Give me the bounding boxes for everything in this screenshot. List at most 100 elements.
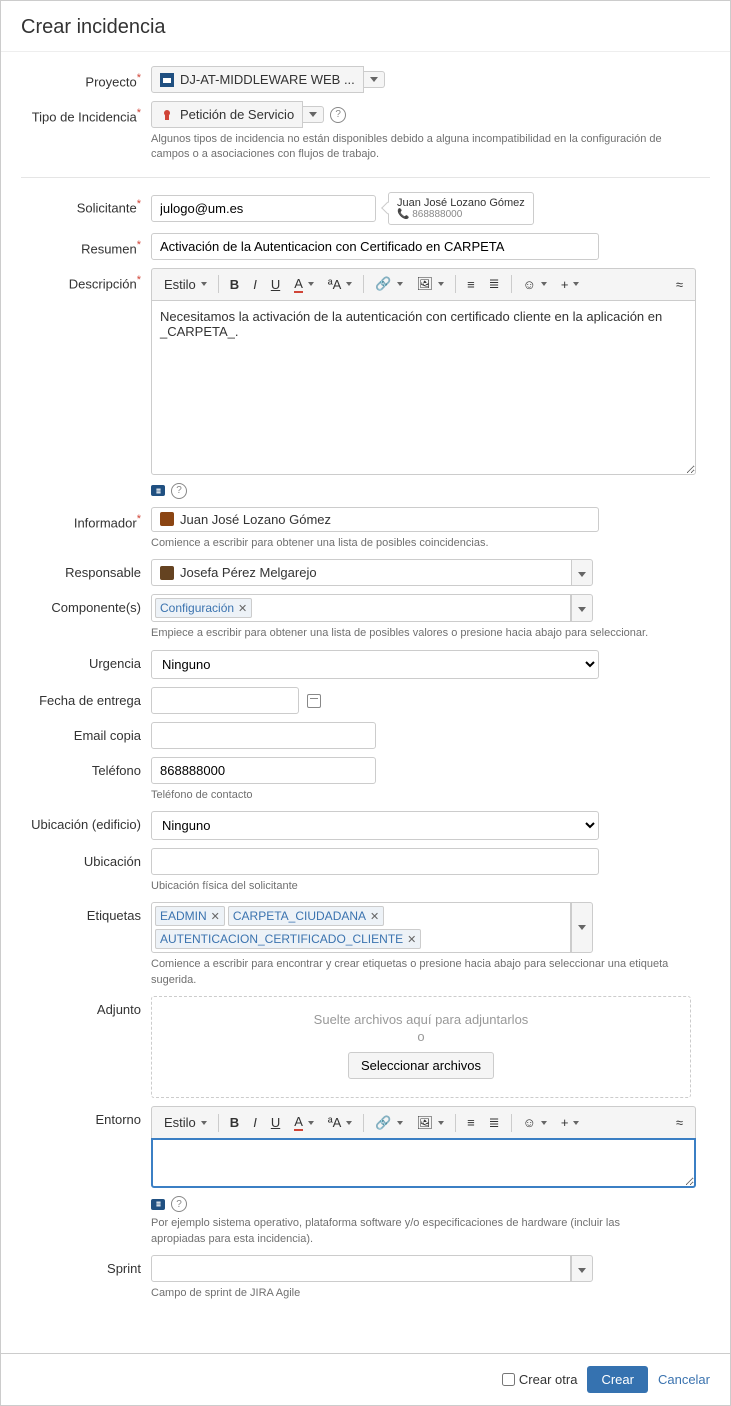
- tag-item[interactable]: EADMIN ✕: [155, 906, 225, 926]
- bulletlist-icon: ≡: [467, 1115, 475, 1130]
- remove-tag-icon[interactable]: ✕: [407, 933, 416, 946]
- description-textarea[interactable]: Necesitamos la activación de la autentic…: [151, 300, 696, 475]
- phone-label: Teléfono: [21, 757, 151, 778]
- toolbar-style-button[interactable]: Estilo: [158, 274, 213, 295]
- chevron-down-icon: [370, 77, 378, 82]
- requester-tooltip-phone: 📞 868888000: [397, 209, 525, 220]
- expand-icon: ≈: [676, 1115, 683, 1130]
- tags-select[interactable]: EADMIN ✕ CARPETA_CIUDADANA ✕ AUTENTICACI…: [151, 902, 571, 953]
- location-label: Ubicación: [21, 848, 151, 869]
- bulletlist-icon: ≡: [467, 277, 475, 292]
- create-issue-dialog: Crear incidencia Proyecto* DJ-AT-MIDDLEW…: [0, 0, 731, 1406]
- tag-item[interactable]: CARPETA_CIUDADANA ✕: [228, 906, 384, 926]
- toolbar-image-button[interactable]: 🖼: [411, 273, 451, 295]
- toolbar-bulletlist-button[interactable]: ≡: [461, 274, 481, 295]
- location-hint: Ubicación física del solicitante: [151, 879, 696, 894]
- emailcopy-input[interactable]: [151, 722, 376, 749]
- assignee-select[interactable]: Josefa Pérez Melgarejo: [151, 559, 571, 586]
- reporter-hint: Comience a escribir para obtener una lis…: [151, 536, 696, 551]
- create-another-label[interactable]: Crear otra: [502, 1372, 578, 1387]
- attachment-label: Adjunto: [21, 996, 151, 1017]
- toolbar-underline-button[interactable]: U: [265, 274, 286, 295]
- toolbar-emoji-button[interactable]: ☺: [517, 1112, 553, 1133]
- toolbar-expand-button[interactable]: ≈: [670, 1112, 689, 1133]
- toolbar-link-button[interactable]: 🔗: [369, 273, 408, 295]
- environment-textarea[interactable]: [151, 1138, 696, 1188]
- requester-tooltip-name: Juan José Lozano Gómez: [397, 197, 525, 209]
- project-select[interactable]: DJ-AT-MIDDLEWARE WEB ...: [151, 66, 364, 93]
- select-files-button[interactable]: Seleccionar archivos: [348, 1052, 494, 1079]
- toolbar-superscript-button[interactable]: ªA: [322, 1112, 358, 1133]
- environment-help-icon[interactable]: ?: [171, 1196, 187, 1212]
- toolbar-textcolor-button[interactable]: A: [288, 1111, 320, 1134]
- toolbar-more-button[interactable]: +: [555, 1112, 586, 1133]
- components-label: Componente(s): [21, 594, 151, 615]
- avatar-icon: [160, 566, 174, 580]
- issuetype-value: Petición de Servicio: [180, 107, 294, 122]
- assignee-label: Responsable: [21, 559, 151, 580]
- toolbar-italic-button[interactable]: I: [247, 274, 263, 295]
- toolbar-italic-button[interactable]: I: [247, 1112, 263, 1133]
- toolbar-numberlist-button[interactable]: ≣: [483, 273, 506, 295]
- toolbar-bold-button[interactable]: B: [224, 274, 245, 295]
- issuetype-help-icon[interactable]: ?: [330, 107, 346, 123]
- calendar-icon[interactable]: [307, 694, 321, 708]
- editor-mode-visual-icon[interactable]: [151, 485, 165, 496]
- attachment-dropzone[interactable]: Suelte archivos aquí para adjuntarlos o …: [151, 996, 691, 1098]
- dropzone-or: o: [172, 1029, 670, 1044]
- issuetype-select[interactable]: Petición de Servicio: [151, 101, 303, 128]
- issuetype-dropdown-button[interactable]: [303, 106, 324, 123]
- tags-dropdown-button[interactable]: [571, 902, 593, 953]
- components-hint: Empiece a escribir para obtener una list…: [151, 626, 676, 641]
- components-dropdown-button[interactable]: [571, 594, 593, 622]
- phone-hint: Teléfono de contacto: [151, 788, 696, 803]
- create-button[interactable]: Crear: [587, 1366, 648, 1393]
- toolbar-textcolor-button[interactable]: A: [288, 273, 320, 296]
- toolbar-numberlist-button[interactable]: ≣: [483, 1112, 506, 1134]
- reporter-label: Informador*: [21, 507, 151, 530]
- editor-mode-visual-icon[interactable]: [151, 1199, 165, 1210]
- component-tag[interactable]: Configuración ✕: [155, 598, 252, 618]
- urgency-select[interactable]: Ninguno: [151, 650, 599, 679]
- toolbar-style-button[interactable]: Estilo: [158, 1112, 213, 1133]
- toolbar-emoji-button[interactable]: ☺: [517, 274, 553, 295]
- image-icon: 🖼: [417, 276, 434, 292]
- project-dropdown-button[interactable]: [364, 71, 385, 88]
- toolbar-underline-button[interactable]: U: [265, 1112, 286, 1133]
- phone-input[interactable]: [151, 757, 376, 784]
- toolbar-superscript-button[interactable]: ªA: [322, 274, 358, 295]
- toolbar-expand-button[interactable]: ≈: [670, 274, 689, 295]
- sprint-select[interactable]: [151, 1255, 571, 1282]
- toolbar-more-button[interactable]: +: [555, 274, 586, 295]
- dialog-body[interactable]: Proyecto* DJ-AT-MIDDLEWARE WEB ... T: [1, 51, 730, 1353]
- link-icon: 🔗: [375, 276, 391, 292]
- toolbar-image-button[interactable]: 🖼: [411, 1112, 451, 1134]
- requester-input[interactable]: [151, 195, 376, 222]
- description-help-icon[interactable]: ?: [171, 483, 187, 499]
- numberlist-icon: ≣: [489, 1115, 500, 1131]
- summary-label: Resumen*: [21, 233, 151, 256]
- duedate-input[interactable]: [151, 687, 299, 714]
- summary-input[interactable]: [151, 233, 599, 260]
- remove-tag-icon[interactable]: ✕: [370, 910, 379, 923]
- project-icon: [160, 73, 174, 87]
- assignee-dropdown-button[interactable]: [571, 559, 593, 586]
- sprint-hint: Campo de sprint de JIRA Agile: [151, 1286, 696, 1301]
- toolbar-bold-button[interactable]: B: [224, 1112, 245, 1133]
- location-input[interactable]: [151, 848, 599, 875]
- remove-tag-icon[interactable]: ✕: [238, 602, 247, 615]
- reporter-select[interactable]: Juan José Lozano Gómez: [151, 507, 599, 532]
- create-another-checkbox[interactable]: [502, 1373, 515, 1386]
- chevron-down-icon: [578, 572, 586, 577]
- environment-label: Entorno: [21, 1106, 151, 1127]
- building-select[interactable]: Ninguno: [151, 811, 599, 840]
- issuetype-label: Tipo de Incidencia*: [21, 101, 151, 124]
- cancel-button[interactable]: Cancelar: [658, 1372, 710, 1387]
- description-toolbar: Estilo B I U A ªA 🔗 🖼 ≡ ≣ ☺ + ≈: [151, 268, 696, 300]
- toolbar-link-button[interactable]: 🔗: [369, 1112, 408, 1134]
- sprint-dropdown-button[interactable]: [571, 1255, 593, 1282]
- toolbar-bulletlist-button[interactable]: ≡: [461, 1112, 481, 1133]
- components-select[interactable]: Configuración ✕: [151, 594, 571, 622]
- remove-tag-icon[interactable]: ✕: [211, 910, 220, 923]
- tag-item[interactable]: AUTENTICACION_CERTIFICADO_CLIENTE ✕: [155, 929, 421, 949]
